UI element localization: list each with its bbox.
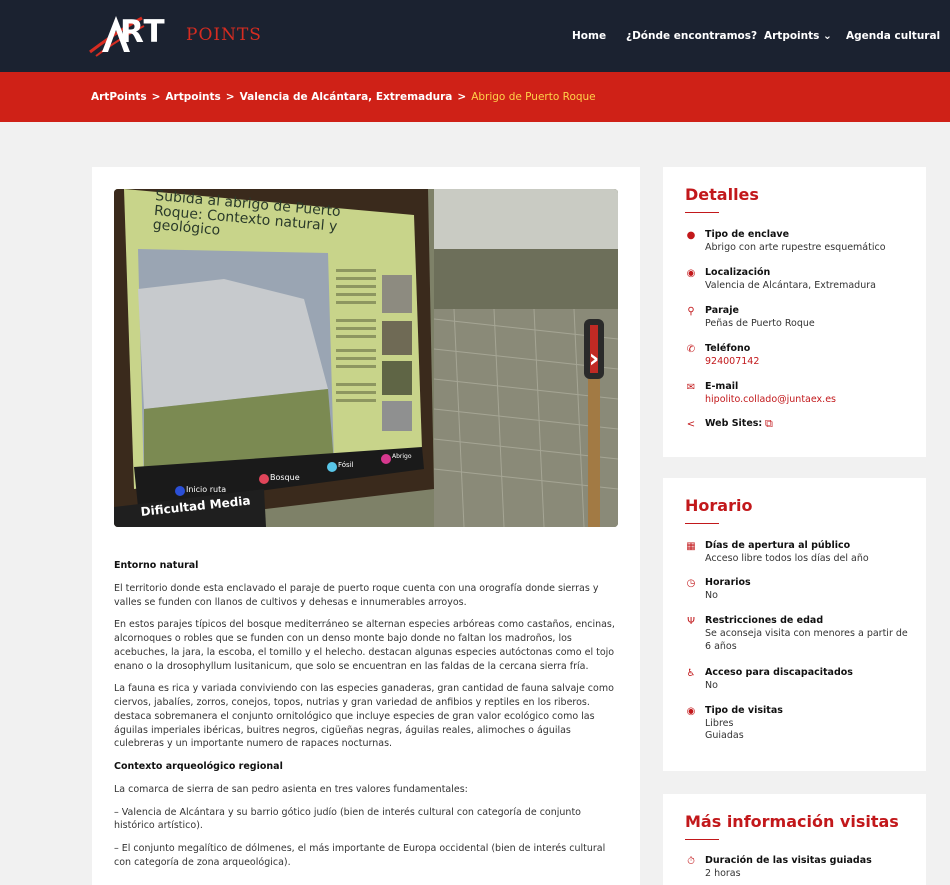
paragraph: El territorio donde esta enclavado el pa… xyxy=(114,582,599,608)
detail-label: Web Sites: xyxy=(705,418,763,429)
breadcrumb-artpoints-home[interactable]: ArtPoints xyxy=(91,91,147,103)
horario-value: Guiadas xyxy=(705,730,744,741)
clock-icon: ◷ xyxy=(686,578,696,589)
main-content-card: Subida al abrigo de Puerto Roque: Contex… xyxy=(92,167,640,885)
location-pin-icon: ◉ xyxy=(686,268,696,279)
logo-points-text: POINTS xyxy=(186,25,262,45)
paragraph: En estos parajes típicos del bosque medi… xyxy=(114,619,615,672)
detail-telefono: ✆ Teléfono 924007142 xyxy=(685,343,915,371)
slider-next-arrow-icon[interactable]: › xyxy=(582,346,606,372)
detail-web-sites: < Web Sites: ⧉ xyxy=(685,417,915,434)
horario-acceso-discapacitados: ♿ Acceso para discapacitados No xyxy=(685,667,915,695)
horario-label: Horarios xyxy=(705,577,751,588)
horario-restricciones-edad: Ψ Restricciones de edad Se aconseja visi… xyxy=(685,615,915,657)
breadcrumb-artpoints[interactable]: Artpoints xyxy=(165,91,220,103)
detail-value: Valencia de Alcántara, Extremadura xyxy=(705,280,876,291)
phone-link[interactable]: 924007142 xyxy=(705,356,915,369)
detail-label: Paraje xyxy=(705,305,739,316)
sign-legend-fosil: Fósil xyxy=(338,461,354,469)
article-body: Entorno natural El territorio donde esta… xyxy=(114,559,619,879)
person-icon: Ψ xyxy=(687,616,695,627)
email-link[interactable]: hipolito.collado@juntaex.es xyxy=(705,394,915,407)
horario-label: Días de apertura al público xyxy=(705,540,851,551)
breadcrumb-separator: > xyxy=(225,91,235,103)
artpoints-logo[interactable]: RT POINTS xyxy=(86,12,286,58)
breadcrumb-bar: ArtPoints > Artpoints > Valencia de Alcántar… xyxy=(0,72,950,122)
paragraph: – Valencia de Alcántara y su barrio góti… xyxy=(114,806,581,832)
nav-artpoints-dropdown[interactable]: Artpoints ⌄ xyxy=(764,30,832,42)
sign-legend-abrigo: Abrigo xyxy=(392,453,412,460)
horario-label: Acceso para discapacitados xyxy=(705,667,853,678)
detail-label: E-mail xyxy=(705,381,739,392)
info-duracion-visitas: ⏱ Duración de las visitas guiadas 2 hora… xyxy=(685,855,915,883)
wheelchair-icon: ♿ xyxy=(686,668,696,679)
detail-label: Tipo de enclave xyxy=(705,229,790,240)
title-divider xyxy=(685,523,719,524)
title-divider xyxy=(685,212,719,213)
breadcrumb-current: Abrigo de Puerto Roque xyxy=(471,91,596,103)
map-marker-icon: ● xyxy=(686,230,696,241)
detail-localizacion: ◉ Localización Valencia de Alcántara, Ex… xyxy=(685,267,915,295)
slider-photo xyxy=(114,189,618,527)
envelope-icon: ✉ xyxy=(686,382,696,393)
detalles-title: Detalles xyxy=(685,185,759,204)
horario-title: Horario xyxy=(685,496,753,515)
detail-value: Peñas de Puerto Roque xyxy=(705,318,815,329)
detail-email: ✉ E-mail hipolito.collado@juntaex.es xyxy=(685,381,915,409)
breadcrumb-separator: > xyxy=(457,91,467,103)
breadcrumb: ArtPoints > Artpoints > Valencia de Alcántar… xyxy=(91,91,596,103)
info-value: 2 horas xyxy=(705,868,741,879)
breadcrumb-valencia[interactable]: Valencia de Alcántara, Extremadura xyxy=(240,91,453,103)
horario-label: Restricciones de edad xyxy=(705,615,824,626)
horario-tipo-visitas: ◉ Tipo de visitas Libres Guiadas xyxy=(685,705,915,747)
horario-value: Se aconseja visita con menores a partir … xyxy=(705,628,908,652)
nav-donde-encontramos[interactable]: ¿Dónde encontramos? xyxy=(626,30,757,42)
info-label: Duración de las visitas guiadas xyxy=(705,855,872,866)
paragraph: La comarca de sierra de san pedro asient… xyxy=(114,783,468,795)
share-icon: < xyxy=(686,419,696,430)
horario-value: Acceso libre todos los días del año xyxy=(705,553,869,564)
paragraph: La fauna es rica y variada conviviendo c… xyxy=(114,683,614,750)
horario-value: No xyxy=(705,680,718,691)
horario-horarios: ◷ Horarios No xyxy=(685,577,915,605)
detail-paraje: ⚲ Paraje Peñas de Puerto Roque xyxy=(685,305,915,333)
image-slider[interactable]: Subida al abrigo de Puerto Roque: Contex… xyxy=(114,189,618,527)
section-heading-entorno: Entorno natural xyxy=(114,560,199,571)
horario-card: Horario ▦ Días de apertura al público Ac… xyxy=(663,478,926,771)
nav-home[interactable]: Home xyxy=(572,30,606,42)
stopwatch-icon: ⏱ xyxy=(687,856,695,867)
detalles-card: Detalles ● Tipo de enclave Abrigo con ar… xyxy=(663,167,926,457)
nav-agenda-cultural[interactable]: Agenda cultural xyxy=(846,30,940,42)
pushpin-icon: ⚲ xyxy=(687,306,695,317)
detail-label: Teléfono xyxy=(705,343,751,354)
section-heading-contexto: Contexto arqueológico regional xyxy=(114,761,283,773)
calendar-icon: ▦ xyxy=(686,541,696,552)
sign-legend-bosque: Bosque xyxy=(270,473,300,482)
top-header: RT POINTS Home ¿Dónde encontramos? Artpo… xyxy=(0,0,950,72)
mas-informacion-title: Más información visitas xyxy=(685,812,899,831)
mas-informacion-card: Más información visitas ⏱ Duración de la… xyxy=(663,794,926,885)
horario-label: Tipo de visitas xyxy=(705,705,783,716)
detail-value: Abrigo con arte rupestre esquemático xyxy=(705,242,886,253)
eye-icon: ◉ xyxy=(686,706,696,717)
sign-legend-inicio: Inicio ruta xyxy=(186,485,227,494)
horario-dias-apertura: ▦ Días de apertura al público Acceso lib… xyxy=(685,540,915,568)
horario-value: Libres xyxy=(705,718,734,729)
breadcrumb-separator: > xyxy=(151,91,161,103)
paragraph: – El conjunto megalítico de dólmenes, el… xyxy=(114,843,606,869)
detail-label: Localización xyxy=(705,267,771,278)
external-link-icon[interactable]: ⧉ xyxy=(765,417,773,432)
horario-value: No xyxy=(705,590,718,601)
phone-icon: ✆ xyxy=(686,344,696,355)
title-divider xyxy=(685,839,719,840)
detail-tipo-enclave: ● Tipo de enclave Abrigo con arte rupest… xyxy=(685,229,915,257)
logo-brand-text: RT xyxy=(120,14,166,50)
